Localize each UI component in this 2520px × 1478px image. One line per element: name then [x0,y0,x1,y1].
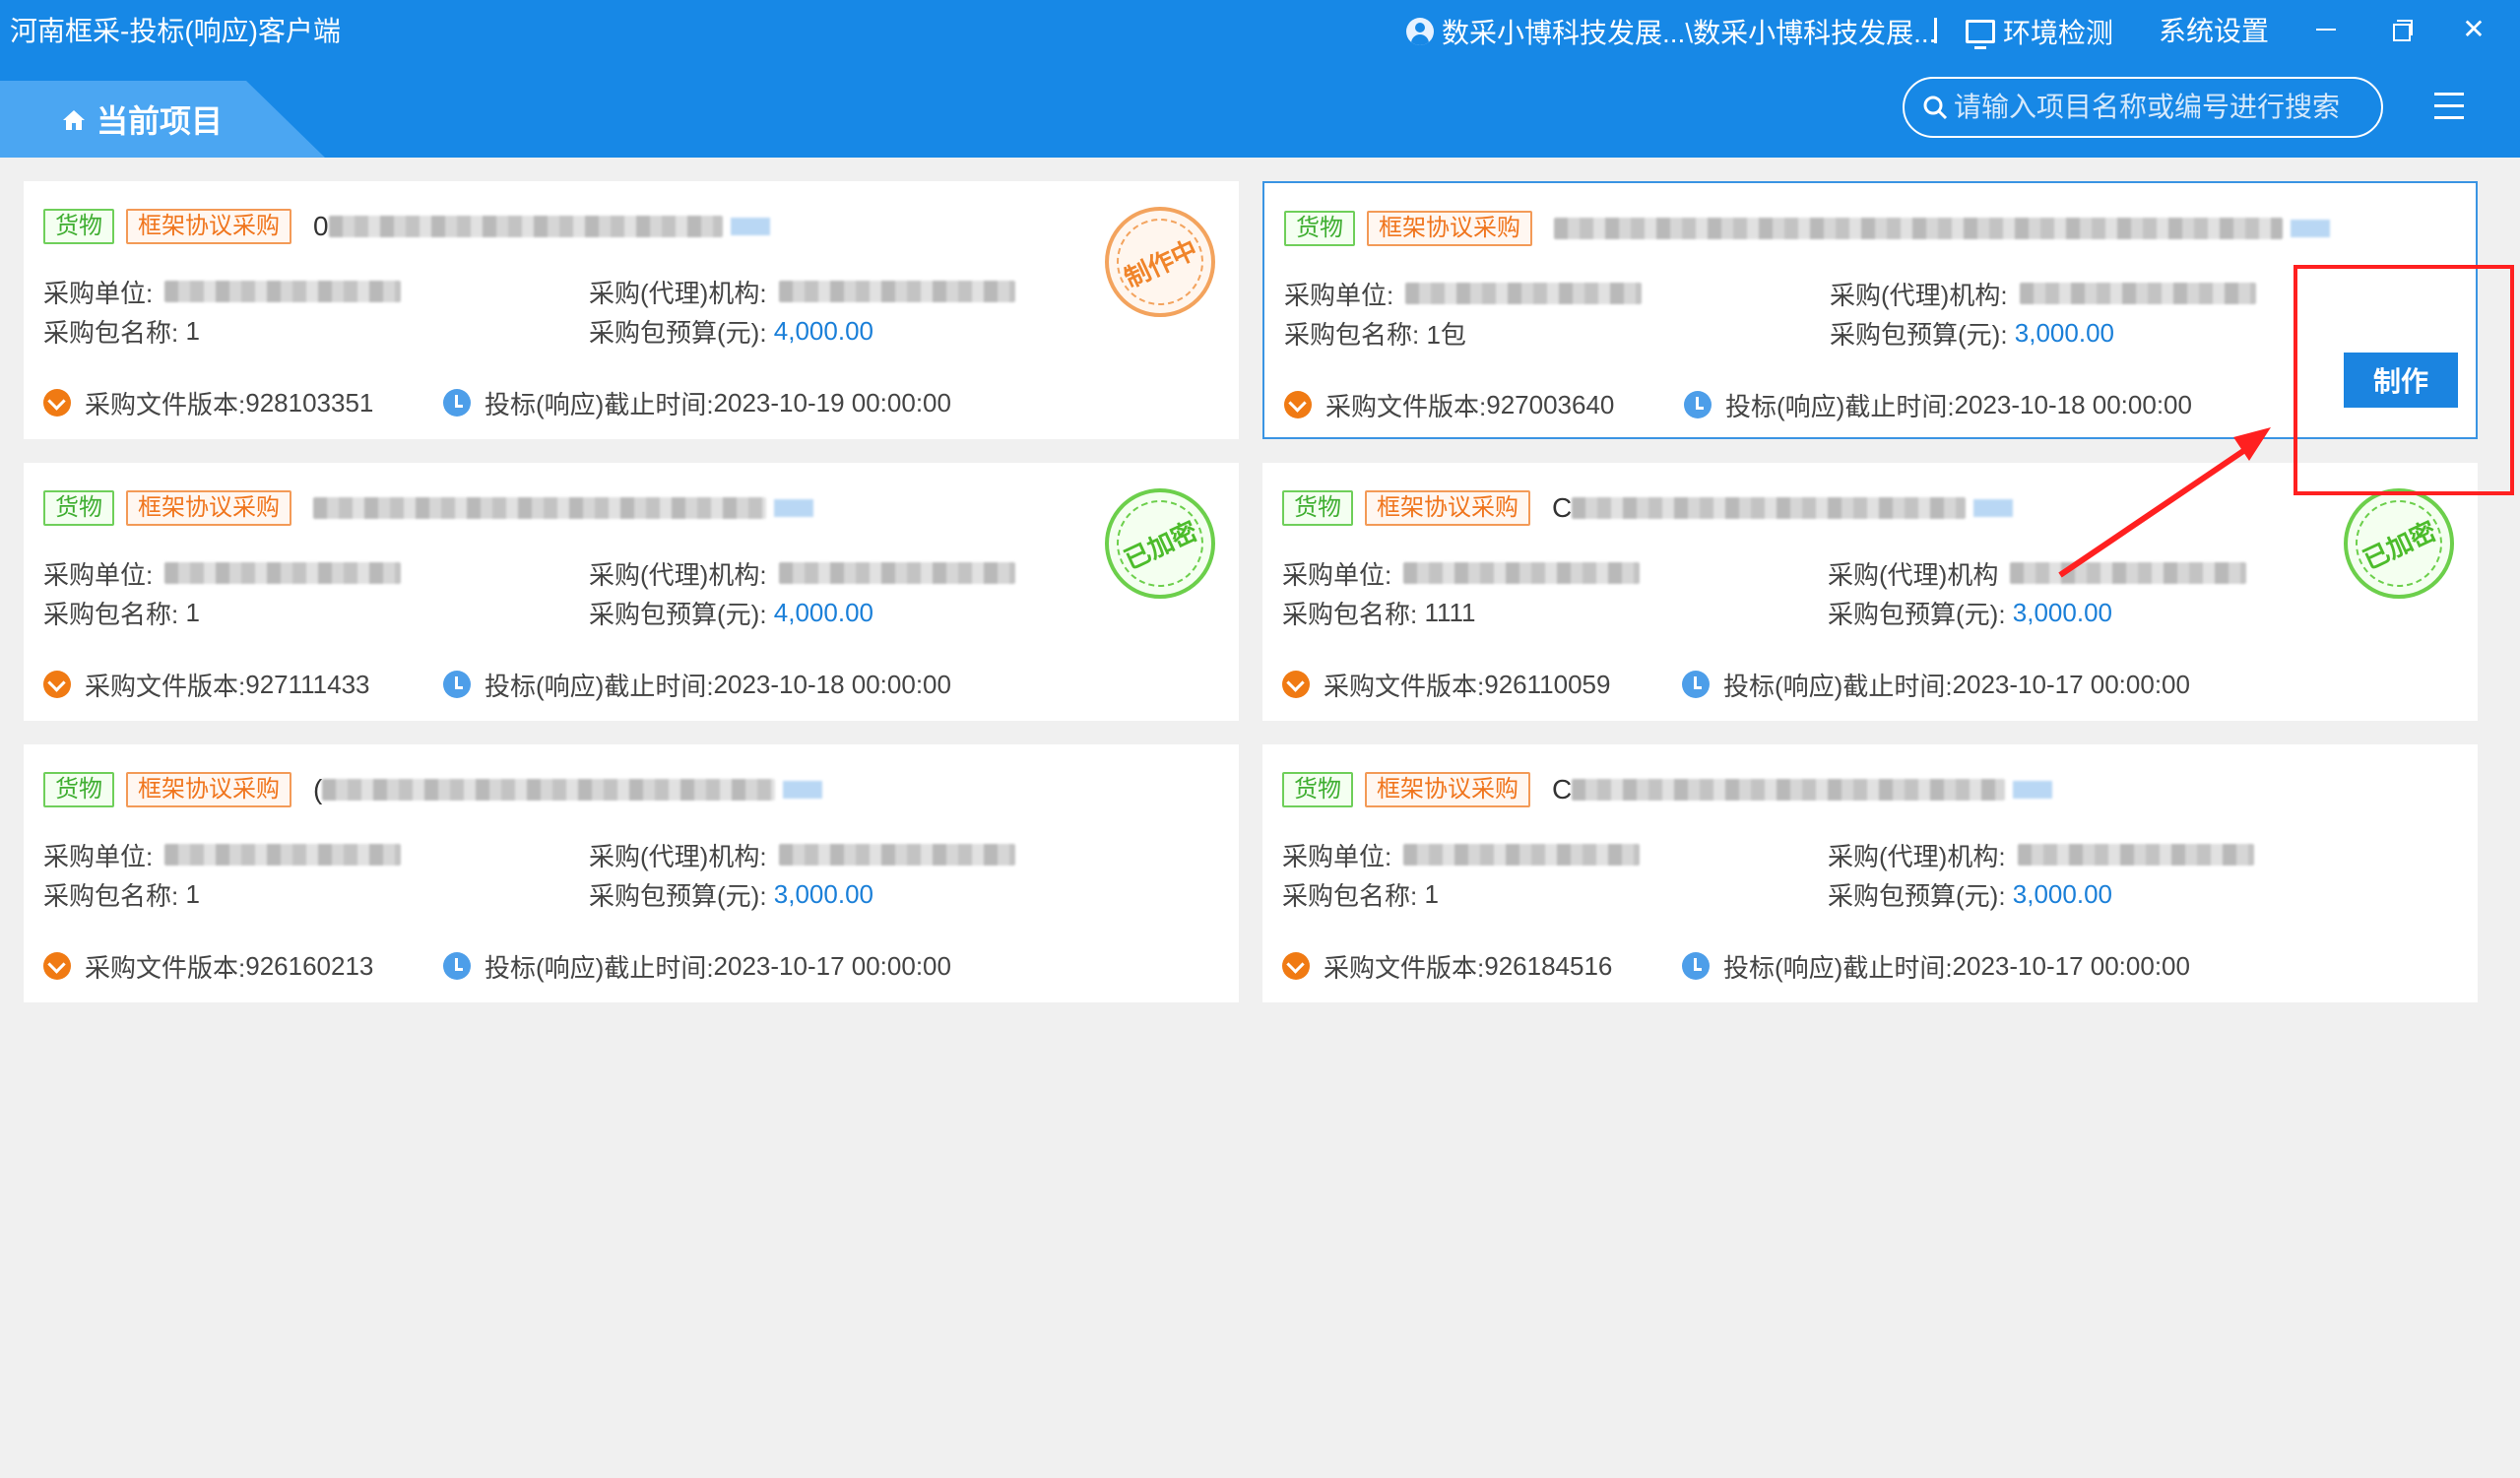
tag-type: 货物 [43,490,114,526]
version-icon [43,389,71,417]
version-field: 采购文件版本: 928103351 [43,384,373,421]
tag-method: 框架协议采购 [126,490,291,526]
clock-icon [443,671,471,698]
version-field: 采购文件版本: 927111433 [43,666,370,703]
tag-method: 框架协议采购 [1365,772,1530,807]
search-input[interactable] [1954,83,2367,132]
package-field: 采购包名称: 1包 [1284,319,1466,350]
version-icon [43,671,71,698]
unit-field: 采购单位: [43,837,402,872]
restore-button[interactable] [2381,10,2421,49]
tag-type: 货物 [43,772,114,807]
user-label: 数采小博科技发展...\数采小博科技发展... [1442,18,1937,48]
version-field: 采购文件版本: 926110059 [1282,666,1610,703]
highlight-box [2294,265,2514,495]
version-icon [1282,671,1310,698]
version-field: 采购文件版本: 926184516 [1282,947,1612,985]
user-icon [1406,18,1434,45]
tag-method: 框架协议采购 [126,209,291,244]
tab-label: 当前项目 [97,103,224,139]
version-field: 采购文件版本: 927003640 [1284,386,1614,423]
version-field: 采购文件版本: 926160213 [43,947,373,985]
tag-method: 框架协议采购 [126,772,291,807]
tag-method: 框架协议采购 [1365,490,1530,526]
title-bar: 河南框采-投标(响应)客户端 数采小博科技发展...\数采小博科技发展... 环… [0,0,2520,158]
project-card[interactable]: 货物 框架协议采购 C 采购单位: 采购(代理)机构 采购包名称: 1111 采… [1262,463,2478,721]
project-name: 0 [313,209,770,244]
agency-field: 采购(代理)机构: [589,274,1015,309]
deadline-field: 投标(响应)截止时间: 2023-10-18 00:00:00 [443,666,951,703]
tag-type: 货物 [43,209,114,244]
clock-icon [443,952,471,980]
system-settings-button[interactable]: 系统设置 [2159,12,2269,51]
unit-field: 采购单位: [43,555,402,591]
agency-field: 采购(代理)机构: [1830,276,2256,311]
package-field: 采购包名称: 1 [43,878,200,911]
clock-icon [443,389,471,417]
agency-field: 采购(代理)机构: [1828,837,2254,872]
project-card[interactable]: 货物 框架协议采购 0 采购单位: 采购(代理)机构: 采购包名称: 1 采购包… [24,181,1239,439]
package-field: 采购包名称: 1 [1282,878,1439,911]
clock-icon [1684,391,1712,418]
unit-field: 采购单位: [43,274,402,309]
divider [1934,18,1937,43]
budget-field: 采购包预算(元): 3,000.00 [1830,317,2114,350]
user-account[interactable]: 数采小博科技发展...\数采小博科技发展... [1406,12,1936,51]
project-card[interactable]: 货物 框架协议采购 采购单位: 采购(代理)机构: 采购包名称: 1 采购包预算… [24,463,1239,721]
unit-field: 采购单位: [1282,837,1641,872]
status-stamp: 已加密 [1102,485,1218,602]
deadline-field: 投标(响应)截止时间: 2023-10-17 00:00:00 [1682,666,2190,703]
budget-field: 采购包预算(元): 4,000.00 [589,315,873,348]
agency-field: 采购(代理)机构: [589,837,1015,872]
search-box[interactable] [1903,77,2383,138]
version-icon [43,952,71,980]
project-name: ( [313,772,823,807]
search-icon[interactable] [1922,95,1948,120]
tag-type: 货物 [1282,490,1353,526]
env-check-label: 环境检测 [2003,18,2114,48]
clock-icon [1682,952,1710,980]
agency-field: 采购(代理)机构 [1828,555,2247,591]
budget-field: 采购包预算(元): 3,000.00 [589,878,873,911]
menu-icon[interactable] [2434,93,2468,122]
version-icon [1282,952,1310,980]
tag-type: 货物 [1282,772,1353,807]
version-icon [1284,391,1312,418]
tag-method: 框架协议采购 [1367,211,1532,246]
deadline-field: 投标(响应)截止时间: 2023-10-17 00:00:00 [443,947,951,985]
budget-field: 采购包预算(元): 4,000.00 [589,597,873,629]
project-name [313,490,813,526]
budget-field: 采购包预算(元): 3,000.00 [1828,878,2112,911]
project-card[interactable]: 货物 框架协议采购 C 采购单位: 采购(代理)机构: 采购包名称: 1 采购包… [1262,744,2478,1002]
budget-field: 采购包预算(元): 3,000.00 [1828,597,2112,629]
package-field: 采购包名称: 1 [43,597,200,629]
tag-type: 货物 [1284,211,1355,246]
deadline-field: 投标(响应)截止时间: 2023-10-18 00:00:00 [1684,386,2192,423]
status-stamp: 制作中 [1102,204,1218,320]
status-stamp: 已加密 [2341,485,2457,602]
project-name: C [1552,772,2053,807]
package-field: 采购包名称: 1 [43,315,200,348]
monitor-icon [1966,20,1995,49]
deadline-field: 投标(响应)截止时间: 2023-10-17 00:00:00 [1682,947,2190,985]
project-name [1554,211,2330,246]
project-name: C [1552,490,2014,526]
deadline-field: 投标(响应)截止时间: 2023-10-19 00:00:00 [443,384,951,421]
close-button[interactable]: ✕ [2454,10,2493,49]
app-title: 河南框采-投标(响应)客户端 [10,16,341,46]
clock-icon [1682,671,1710,698]
unit-field: 采购单位: [1284,276,1643,311]
agency-field: 采购(代理)机构: [589,555,1015,591]
env-check-button[interactable]: 环境检测 [1966,12,2113,51]
minimize-button[interactable] [2306,10,2346,49]
package-field: 采购包名称: 1111 [1282,597,1476,629]
home-icon [63,110,85,130]
unit-field: 采购单位: [1282,555,1641,591]
project-card[interactable]: 货物 框架协议采购 ( 采购单位: 采购(代理)机构: 采购包名称: 1 采购包… [24,744,1239,1002]
